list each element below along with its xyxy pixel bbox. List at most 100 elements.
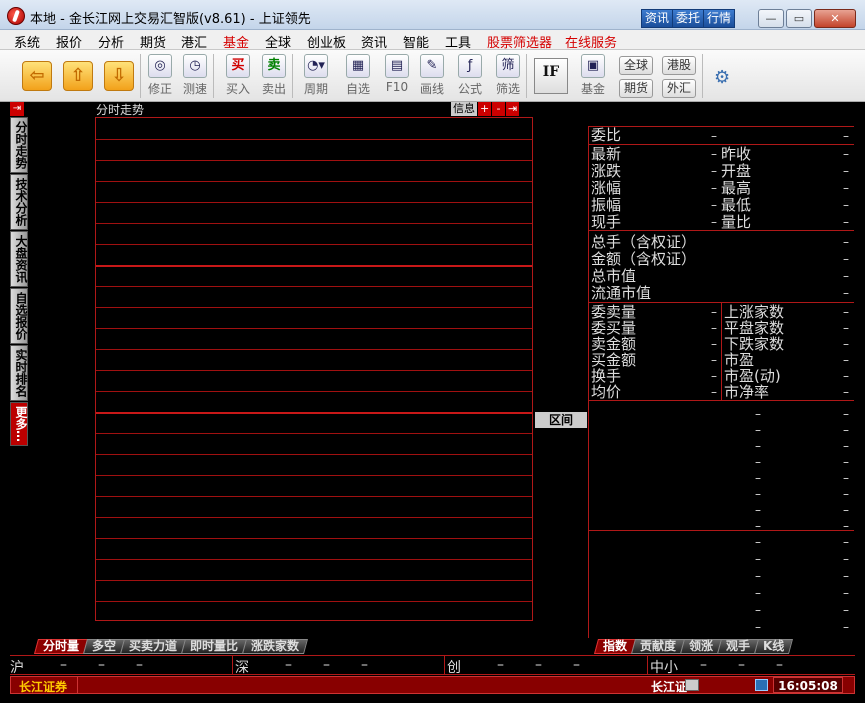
period-button[interactable]: ◔▾ 周期 [300,54,332,97]
stat-label: 上涨家数 [724,303,785,321]
bottom-tab[interactable]: 涨跌家数 [242,639,309,654]
connection-icon[interactable] [755,679,768,691]
message-icon[interactable] [685,679,699,691]
menu-item[interactable]: 系统 [14,32,40,51]
toolbar-label: 筛选 [495,82,520,96]
menu-item[interactable]: 期货 [140,32,166,51]
intraday-chart[interactable] [95,117,533,621]
close-button[interactable]: ✕ [814,9,856,28]
bottom-tab[interactable]: 观手 [717,639,760,654]
value-dash: – [711,147,717,161]
bottom-tab-label: 贡献度 [640,639,677,653]
index-name[interactable]: 沪 [10,657,24,676]
value-dash: – [711,215,717,229]
hk-stock-button[interactable]: 港股 [662,56,697,75]
menu-item[interactable]: 分析 [98,32,124,51]
up-arrow-button[interactable]: ⇧ [63,61,93,91]
f10-icon: ▤ [385,54,409,78]
quotes-link[interactable]: 行情 [703,9,736,28]
maximize-button[interactable]: ▭ [786,9,812,28]
value-dash: – [843,471,849,485]
futures-button[interactable]: 期货 [619,79,654,98]
info-button[interactable]: 信息 [451,102,477,116]
bottom-tab[interactable]: 指数 [593,639,637,654]
menu-item[interactable]: 工具 [445,32,471,51]
sell-button[interactable]: 卖卖出 [258,54,290,97]
bottom-tab-label: 多空 [92,639,117,653]
bottom-tab[interactable]: 即时量比 [181,639,248,654]
broker-short: 长江证 [651,680,688,694]
chart-header-buttons: 信息 + - ⇥ [451,102,519,116]
left-tab[interactable]: 技术分析 [10,174,28,230]
value-dash: – [843,252,849,266]
index-name[interactable]: 深 [235,657,249,676]
zoom-in-button[interactable]: + [478,102,491,116]
clock-button[interactable]: ◷ 测速 [179,54,211,97]
left-tab[interactable]: 分时走势 [10,117,28,173]
index-name[interactable]: 创 [447,657,461,676]
grid-line [96,244,532,245]
fund-button[interactable]: ▣ 基金 [577,54,609,97]
bottom-tab[interactable]: 买卖力道 [120,639,187,654]
menu-item[interactable]: 智能 [403,32,429,51]
title-bar: 本地 - 金长江网上交易汇智版(v8.61) - 上证领先 资讯 委托 行情 —… [0,0,865,30]
left-tab[interactable]: 实时排名 [10,345,28,401]
toolbar-label: 测速 [182,82,207,96]
quote-label: 量比 [721,213,752,231]
value-dash: – [843,407,849,421]
ticks-section: – – – – – – – – – – – – [589,530,854,638]
menu-item[interactable]: 股票筛选器 [487,32,552,51]
toolbar: ⇦ ⇧ ⇩ ◎ 修正 ◷ 测速 买买入卖卖出 ◔▾ 周期 ▦ 自选 ▤ F10 ✎ 画线 ƒ 公式筛筛选 I… [0,50,865,102]
expand-button[interactable]: ⇥ [506,102,519,116]
left-tab[interactable]: 大盘资讯 [10,231,28,287]
menu-item[interactable]: 基金 [223,32,249,51]
index-name[interactable]: 中小 [650,657,678,676]
favorites-button[interactable]: ▦ 自选 [342,54,374,97]
down-arrow-button[interactable]: ⇩ [104,61,134,91]
grid-line [96,202,532,203]
bottom-tab[interactable]: 多空 [83,639,126,654]
buy-button[interactable]: 买买入 [222,54,254,97]
range-button[interactable]: 区间 [535,412,587,428]
zoom-out-button[interactable]: - [492,102,505,116]
order-link[interactable]: 委托 [672,9,705,28]
draw-line-button[interactable]: ✎ 画线 [416,54,448,97]
bottom-tab[interactable]: K线 [754,639,794,654]
f10-button[interactable]: ▤ F10 [381,54,413,94]
if-futures-button[interactable]: IF [534,58,568,94]
minimize-button[interactable]: — [758,9,784,28]
value-dash: – [755,471,761,485]
menu-item[interactable]: 资讯 [361,32,387,51]
back-arrow-button[interactable]: ⇦ [22,61,52,91]
menu-item[interactable]: 在线服务 [565,32,617,51]
bottom-tab[interactable]: 分时量 [33,639,89,654]
pin-icon[interactable]: ⇥ [10,102,24,116]
menu-item[interactable]: 创业板 [307,32,346,51]
total-label: 金额（含权证） [591,250,697,268]
bottom-tab[interactable]: 领涨 [680,639,723,654]
bottom-tab-label: 分时量 [43,639,80,653]
toolbar-label: 公式 [457,82,482,96]
quote-label: 开盘 [721,162,752,180]
menu-bar: 系统 报价 分析 期货 港汇 基金 全球 创业板 资讯 智能 工具 股票筛选器 在线服务 [0,30,865,51]
value-dash: – [843,286,849,300]
menu-item[interactable]: 全球 [265,32,291,51]
formula-button[interactable]: ƒ 公式 [454,54,486,97]
news-link[interactable]: 资讯 [641,9,674,28]
left-tab[interactable]: 自选报价 [10,288,28,344]
menu-item[interactable]: 报价 [56,32,82,51]
settings-gear-icon[interactable]: ⚙ [714,67,730,88]
left-tab[interactable]: 更多… [10,402,28,446]
index-value: – [776,657,783,673]
price-section: 最新 – 昨收 – 涨跌 – 开盘 – 涨幅 – 最高 – 振幅 – 最低 – 现手 – 量比 – [589,144,854,230]
menu-item[interactable]: 港汇 [181,32,207,51]
forex-button[interactable]: 外汇 [662,79,697,98]
value-dash: – [843,423,849,437]
value-dash: – [843,269,849,283]
window-title: 本地 - 金长江网上交易汇智版(v8.61) - 上证领先 [30,12,311,27]
bottom-tab-label: 观手 [726,639,751,653]
bottom-tab[interactable]: 贡献度 [631,639,686,654]
filter-button[interactable]: 筛筛选 [492,54,524,97]
refresh-button[interactable]: ◎ 修正 [144,54,176,97]
global-market-button[interactable]: 全球 [619,56,654,75]
